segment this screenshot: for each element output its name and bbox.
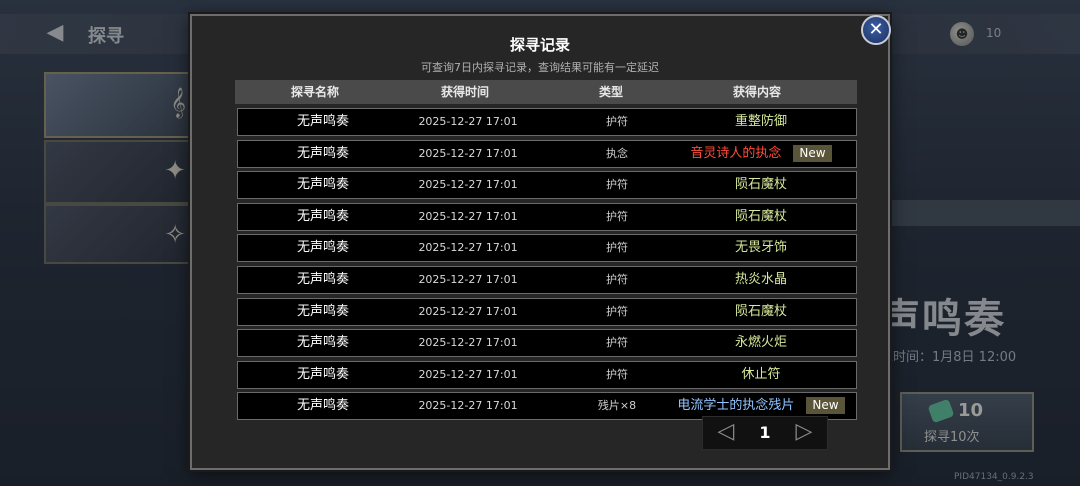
record-item: 重整防御 <box>638 109 884 135</box>
record-item: 无畏牙饰 <box>638 235 884 261</box>
record-item-text: 音灵诗人的执念 <box>690 145 782 161</box>
record-time: 2025-12-27 17:01 <box>418 146 518 160</box>
prev-page-icon[interactable]: ◁ <box>715 421 737 443</box>
record-name: 无声鸣奏 <box>296 398 349 414</box>
record-name: 无声鸣奏 <box>296 114 349 129</box>
table-header: 探寻名称 获得时间 类型 获得内容 <box>235 80 857 104</box>
next-page-icon[interactable]: ▷ <box>793 421 815 443</box>
record-name: 无声鸣奏 <box>296 240 349 256</box>
table-row: 无声鸣奏 2025-12-27 17:01 护符 热炎水晶 <box>237 265 857 294</box>
record-item-text: 陨石魔杖 <box>734 177 787 193</box>
record-name: 无声鸣奏 <box>296 366 349 382</box>
record-time: 2025-12-27 17:01 <box>418 336 518 350</box>
record-item-text: 永燃火炬 <box>734 335 787 351</box>
dialog-subtitle: 可查询7日内探寻记录，查询结果可能有一定延迟 <box>421 61 659 74</box>
table-row: 无声鸣奏 2025-12-27 17:01 护符 陨石魔杖 <box>237 202 857 231</box>
header-time: 获得时间 <box>440 85 489 99</box>
record-time: 2025-12-27 17:01 <box>418 399 518 413</box>
record-item: 音灵诗人的执念 New <box>638 141 884 167</box>
record-item-text: 休止符 <box>741 366 781 382</box>
table-row: 无声鸣奏 2025-12-27 17:01 护符 陨石魔杖 <box>237 297 857 326</box>
table-row: 无声鸣奏 2025-12-27 17:01 执念 音灵诗人的执念 New <box>237 139 857 168</box>
record-item: 休止符 <box>638 362 884 388</box>
header-name: 探寻名称 <box>290 85 339 99</box>
record-name: 无声鸣奏 <box>296 271 349 287</box>
record-time: 2025-12-27 17:01 <box>418 178 518 192</box>
record-name: 无声鸣奏 <box>296 145 349 161</box>
pagination: ◁ 1 ▷ <box>702 416 828 450</box>
record-item-text: 无畏牙饰 <box>734 240 787 256</box>
record-item: 热炎水晶 <box>638 267 884 293</box>
record-time: 2025-12-27 17:01 <box>418 115 518 128</box>
record-item: 永燃火炬 <box>638 330 884 356</box>
record-time: 2025-12-27 17:01 <box>418 304 518 318</box>
record-time: 2025-12-27 17:01 <box>418 272 518 286</box>
close-icon[interactable]: ✕ <box>861 15 891 45</box>
record-time: 2025-12-27 17:01 <box>418 241 518 255</box>
record-time: 2025-12-27 17:01 <box>418 367 518 381</box>
new-badge: New <box>793 144 832 162</box>
record-name: 无声鸣奏 <box>296 303 349 319</box>
record-item: 陨石魔杖 <box>638 299 884 325</box>
table-row: 无声鸣奏 2025-12-27 17:01 护符 重整防御 <box>237 108 857 136</box>
dialog-title: 探寻记录 <box>509 36 570 54</box>
record-time: 2025-12-27 17:01 <box>418 209 518 223</box>
record-item-text: 热炎水晶 <box>734 271 787 287</box>
record-item-text: 陨石魔杖 <box>734 208 787 224</box>
record-item-text: 陨石魔杖 <box>734 303 787 319</box>
table-row: 无声鸣奏 2025-12-27 17:01 护符 永燃火炬 <box>237 329 857 358</box>
table-row: 无声鸣奏 2025-12-27 17:01 护符 陨石魔杖 <box>237 171 857 200</box>
record-item: 陨石魔杖 <box>638 172 884 198</box>
table-row: 无声鸣奏 2025-12-27 17:01 护符 休止符 <box>237 360 857 389</box>
record-list: 无声鸣奏 2025-12-27 17:01 护符 重整防御 无声鸣奏 2025-12-27… <box>237 108 857 424</box>
record-name: 无声鸣奏 <box>296 177 349 193</box>
record-name: 无声鸣奏 <box>296 208 349 224</box>
header-type: 类型 <box>598 85 623 99</box>
record-name: 无声鸣奏 <box>296 335 349 351</box>
record-item: 陨石魔杖 <box>638 204 884 230</box>
table-row: 无声鸣奏 2025-12-27 17:01 护符 无畏牙饰 <box>237 234 857 263</box>
page-number: 1 <box>759 423 771 442</box>
record-item-text: 重整防御 <box>734 114 787 129</box>
header-item: 获得内容 <box>732 85 781 99</box>
new-badge: New <box>806 397 845 415</box>
